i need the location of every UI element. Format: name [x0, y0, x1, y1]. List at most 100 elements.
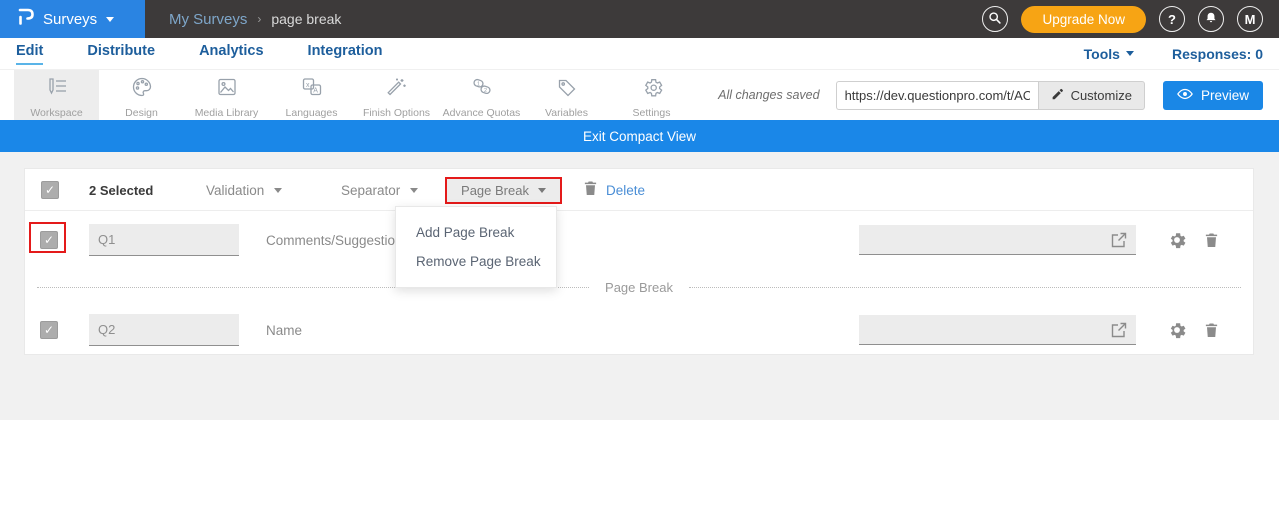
customize-button[interactable]: Customize: [1038, 81, 1145, 110]
breadcrumb: My Surveys › page break: [169, 11, 341, 28]
survey-url-input[interactable]: [836, 81, 1038, 110]
separator-dropdown[interactable]: Separator: [341, 169, 418, 211]
selected-count-label: 2 Selected: [89, 169, 153, 211]
tools-dropdown[interactable]: Tools: [1084, 46, 1134, 62]
exit-compact-view-label: Exit Compact View: [583, 129, 696, 144]
validation-dropdown[interactable]: Validation: [206, 169, 282, 211]
advance-quotas-icon: 12: [471, 76, 493, 103]
search-button[interactable]: [982, 6, 1008, 32]
page-break-divider: Page Break: [25, 269, 1253, 305]
product-menu-label: Surveys: [43, 11, 97, 28]
question-title-q2: Name: [266, 305, 302, 356]
chevron-down-icon: [410, 188, 418, 193]
content-area: 2 Selected Validation Separator Page Bre…: [0, 152, 1279, 420]
svg-text:x: x: [306, 82, 310, 89]
exit-compact-view-banner[interactable]: Exit Compact View: [0, 120, 1279, 152]
breadcrumb-my-surveys[interactable]: My Surveys: [169, 11, 247, 28]
question-row-q2: Name: [25, 305, 1253, 356]
responses-link[interactable]: Responses: 0: [1172, 46, 1263, 62]
toolbar-label: Finish Options: [363, 107, 430, 119]
save-status-text: All changes saved: [718, 88, 819, 102]
page-break-dropdown[interactable]: Page Break: [445, 177, 562, 204]
page-break-label: Page Break: [461, 183, 529, 198]
finish-options-icon: [386, 76, 408, 103]
media-library-icon: [216, 76, 238, 103]
toolbar-right: All changes saved Customize Preview: [718, 70, 1279, 120]
chevron-down-icon: [274, 188, 282, 193]
surveys-product-menu[interactable]: Surveys: [0, 0, 145, 38]
toolbar-label: Settings: [633, 107, 671, 119]
toolbar-label: Languages: [286, 107, 338, 119]
delete-selected-button[interactable]: Delete: [583, 169, 645, 211]
question-settings-button-q2[interactable]: [1168, 321, 1186, 344]
toolbar-label: Workspace: [30, 107, 82, 119]
trash-icon: [1204, 322, 1219, 338]
question-code-input-q2[interactable]: [89, 314, 239, 346]
chevron-down-icon: [538, 188, 546, 193]
tools-label: Tools: [1084, 46, 1120, 62]
trash-icon: [1204, 232, 1219, 248]
question-checkbox-q2[interactable]: [40, 321, 58, 339]
search-icon: [988, 11, 1002, 28]
toolbar-label: Advance Quotas: [443, 107, 521, 119]
questionpro-survey-editor: Surveys My Surveys › page break Upgrade …: [0, 0, 1279, 518]
question-checkbox-q1[interactable]: [40, 231, 58, 249]
toolbar-item-media-library[interactable]: Media Library: [184, 70, 269, 120]
menu-item-remove-page-break[interactable]: Remove Page Break: [396, 254, 556, 269]
toolbar-item-settings[interactable]: Settings: [609, 70, 694, 120]
external-link-icon[interactable]: [1110, 231, 1128, 254]
editor-toolbar: Workspace Design Media Library xA Langua…: [0, 70, 1279, 120]
menu-item-add-page-break[interactable]: Add Page Break: [396, 225, 556, 240]
breadcrumb-separator: ›: [257, 12, 261, 26]
toolbar-item-workspace[interactable]: Workspace: [14, 70, 99, 120]
question-code-input-q1[interactable]: [89, 224, 239, 256]
bell-icon: [1204, 11, 1218, 28]
delete-label: Delete: [606, 183, 645, 198]
upgrade-now-button[interactable]: Upgrade Now: [1021, 6, 1146, 33]
question-delete-button-q2[interactable]: [1204, 322, 1219, 343]
separator-label: Separator: [341, 183, 400, 198]
question-delete-button-q1[interactable]: [1204, 232, 1219, 253]
variables-icon: [556, 76, 578, 103]
svg-text:1: 1: [477, 81, 480, 87]
gear-icon: [1168, 321, 1186, 339]
toolbar-item-languages[interactable]: xA Languages: [269, 70, 354, 120]
workspace-icon: [45, 76, 69, 103]
nav-right: Tools Responses: 0: [1084, 46, 1279, 62]
languages-icon: xA: [301, 76, 323, 103]
svg-text:2: 2: [484, 88, 487, 94]
logo-icon: [17, 7, 34, 31]
toolbar-item-advance-quotas[interactable]: 12 Advance Quotas: [439, 70, 524, 120]
tab-analytics[interactable]: Analytics: [199, 43, 263, 65]
question-settings-button-q1[interactable]: [1168, 231, 1186, 254]
tab-distribute[interactable]: Distribute: [87, 43, 155, 65]
toolbar-item-variables[interactable]: Variables: [524, 70, 609, 120]
toolbar-item-design[interactable]: Design: [99, 70, 184, 120]
design-icon: [131, 76, 153, 103]
toolbar-label: Media Library: [195, 107, 259, 119]
survey-nav-bar: Edit Distribute Analytics Integration To…: [0, 38, 1279, 70]
external-link-icon[interactable]: [1110, 321, 1128, 344]
help-button[interactable]: ?: [1159, 6, 1185, 32]
page-break-menu: Add Page Break Remove Page Break: [395, 206, 557, 288]
page-break-divider-label: Page Break: [589, 280, 689, 295]
chevron-down-icon: [106, 17, 114, 22]
select-all-checkbox[interactable]: [41, 181, 59, 199]
toolbar-label: Design: [125, 107, 158, 119]
validation-label: Validation: [206, 183, 264, 198]
tab-edit[interactable]: Edit: [16, 43, 43, 65]
gear-icon: [1168, 231, 1186, 249]
question-list-card: 2 Selected Validation Separator Page Bre…: [24, 168, 1254, 355]
answer-field-q1[interactable]: [859, 225, 1136, 255]
notifications-button[interactable]: [1198, 6, 1224, 32]
pencil-icon: [1051, 87, 1064, 103]
preview-button[interactable]: Preview: [1163, 81, 1263, 110]
breadcrumb-current-survey: page break: [271, 11, 341, 27]
toolbar-item-finish-options[interactable]: Finish Options: [354, 70, 439, 120]
avatar[interactable]: M: [1237, 6, 1263, 32]
nav-tabs: Edit Distribute Analytics Integration: [0, 43, 382, 65]
divider-line: [689, 287, 1241, 288]
trash-icon: [583, 180, 598, 201]
answer-field-q2[interactable]: [859, 315, 1136, 345]
tab-integration[interactable]: Integration: [308, 43, 383, 65]
